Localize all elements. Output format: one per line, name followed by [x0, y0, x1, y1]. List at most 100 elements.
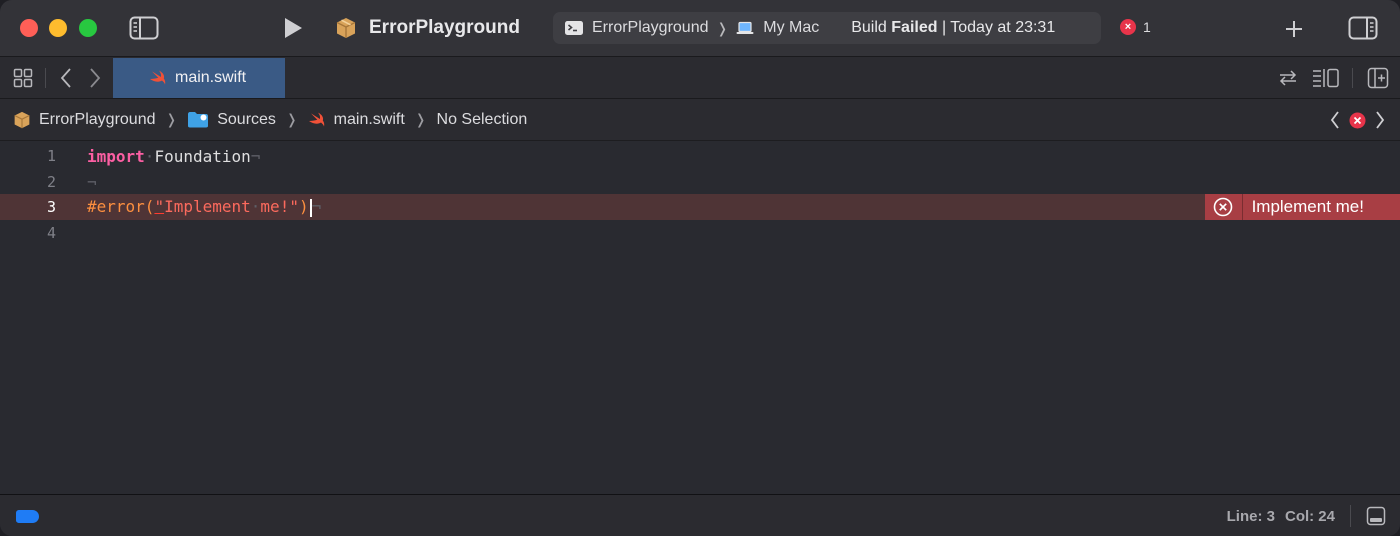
sidebar-icon: [129, 16, 159, 40]
minimize-window-button[interactable]: [49, 19, 67, 37]
code-line[interactable]: 2 ¬: [0, 169, 1400, 195]
debug-area-toggle-button[interactable]: [1366, 506, 1386, 526]
invisible-space: ·: [250, 197, 261, 217]
debug-area-indicator-icon[interactable]: [16, 510, 39, 523]
tab-label: main.swift: [175, 69, 247, 86]
chevron-right-icon: ❭: [165, 111, 178, 127]
string-token: me!": [260, 197, 299, 217]
laptop-icon: [736, 21, 754, 34]
keyword-token: import: [87, 146, 145, 166]
paren-token: ): [298, 197, 309, 217]
invisible-eol: ¬: [87, 172, 97, 192]
code-line[interactable]: 4: [0, 220, 1400, 246]
split-add-icon: [1367, 67, 1389, 89]
destination-selector[interactable]: My Mac: [736, 19, 819, 37]
plus-icon: [1286, 21, 1302, 37]
chevron-right-icon: ❭: [414, 111, 427, 127]
chevron-right-icon: [90, 68, 101, 88]
breadcrumb-project[interactable]: ErrorPlayground: [13, 111, 156, 129]
module-token: Foundation: [154, 146, 251, 166]
folder-icon: [188, 112, 209, 128]
divider: [45, 68, 46, 88]
forward-button[interactable]: [85, 66, 105, 90]
editor-options-button[interactable]: [1312, 67, 1340, 89]
tab-bar: main.swift: [0, 57, 1400, 99]
activity-view[interactable]: ErrorPlayground ❭ My Mac Build Failed | …: [553, 12, 1101, 44]
close-window-button[interactable]: [20, 19, 38, 37]
grid-icon: [13, 68, 33, 88]
breadcrumb-label: ErrorPlayground: [39, 110, 156, 128]
build-status-state: Failed: [891, 19, 938, 36]
error-annotation[interactable]: Implement me!: [1204, 194, 1400, 220]
build-status-time: | Today at 23:31: [937, 19, 1056, 36]
previous-issue-icon[interactable]: [1329, 110, 1341, 130]
invisible-space: ·: [144, 146, 155, 166]
cursor-position: Line: 3 Col: 24: [1227, 508, 1335, 525]
bottom-panel-icon: [1366, 506, 1386, 526]
destination-name: My Mac: [763, 19, 820, 36]
error-icon: ×: [1120, 19, 1136, 35]
breadcrumb-label: Sources: [217, 110, 276, 128]
breadcrumb-sources[interactable]: Sources: [187, 111, 276, 129]
build-status-prefix: Build: [851, 19, 892, 36]
string-open-quote: ": [154, 197, 165, 217]
code-line-error[interactable]: 3 #error("Implement·me!") ¬ Implement me!: [0, 194, 1400, 220]
line-position: Line: 3: [1226, 508, 1275, 525]
line-number: 2: [46, 173, 56, 191]
scheme-selector[interactable]: ErrorPlayground: [564, 19, 709, 37]
toolbar: ErrorPlayground ErrorPlayground ❭ My Mac…: [0, 0, 1400, 57]
chevron-left-icon: [60, 68, 71, 88]
code-text: #error("Implement·me!") ¬: [87, 197, 321, 217]
next-issue-icon[interactable]: [1374, 110, 1386, 130]
directive-token: #error(: [87, 197, 155, 217]
error-annotation-icon-box: [1204, 194, 1243, 220]
error-count: 1: [1143, 19, 1151, 35]
arrows-swap-icon: [1279, 70, 1297, 86]
string-token: Implement: [164, 197, 251, 217]
run-button[interactable]: [279, 14, 307, 42]
swift-icon: [150, 70, 166, 85]
package-icon: [14, 111, 30, 128]
swap-editor-button[interactable]: [1277, 67, 1299, 89]
issue-count-button[interactable]: × 1: [1120, 19, 1151, 35]
inspector-toggle-button[interactable]: [1348, 15, 1378, 41]
error-icon[interactable]: [1349, 112, 1366, 129]
chevron-right-icon: ❭: [285, 111, 298, 127]
add-editor-pane-button[interactable]: [1366, 66, 1390, 90]
related-items-button[interactable]: [12, 67, 34, 89]
jump-bar: ErrorPlayground ❭ Sources ❭ main.swift ❭…: [0, 99, 1400, 141]
zoom-window-button[interactable]: [79, 19, 97, 37]
invisible-eol: ¬: [311, 197, 322, 217]
library-add-button[interactable]: [1279, 14, 1309, 44]
xcode-window: ErrorPlayground ErrorPlayground ❭ My Mac…: [0, 0, 1400, 536]
project-title: ErrorPlayground: [369, 17, 520, 38]
navigator-toggle-button[interactable]: [129, 15, 159, 41]
error-message: Implement me!: [1242, 194, 1400, 220]
source-editor[interactable]: 1 import·Foundation¬ 2 ¬ 3 #error("Imple…: [0, 142, 1400, 494]
code-text: ¬: [87, 173, 97, 192]
line-number: 4: [46, 224, 56, 242]
package-icon: [336, 18, 356, 38]
chevron-right-icon: ❭: [716, 19, 729, 36]
swift-icon: [308, 112, 324, 126]
code-line[interactable]: 1 import·Foundation¬: [0, 143, 1400, 169]
inspector-sidebar-icon: [1348, 16, 1378, 40]
minimap-list-icon: [1313, 68, 1339, 88]
code-text: import·Foundation¬: [87, 147, 260, 166]
issue-navigator-controls: [1329, 110, 1386, 130]
divider: [1352, 68, 1353, 88]
line-number: 3: [46, 198, 56, 216]
tab-main-swift[interactable]: main.swift: [113, 58, 285, 98]
scheme-name: ErrorPlayground: [592, 19, 709, 36]
error-icon: [1213, 197, 1233, 217]
status-bar: Line: 3 Col: 24: [0, 494, 1400, 536]
breadcrumb-label: No Selection: [436, 110, 528, 128]
back-button[interactable]: [56, 66, 76, 90]
breadcrumb-label: main.swift: [333, 110, 405, 128]
build-status: Build Failed | Today at 23:31: [851, 19, 1055, 37]
column-position: Col: 24: [1284, 508, 1335, 525]
divider: [1350, 505, 1351, 527]
breadcrumb-file[interactable]: main.swift: [308, 111, 405, 129]
project-title-area: ErrorPlayground: [335, 14, 520, 42]
breadcrumb-symbol[interactable]: No Selection: [437, 111, 528, 129]
